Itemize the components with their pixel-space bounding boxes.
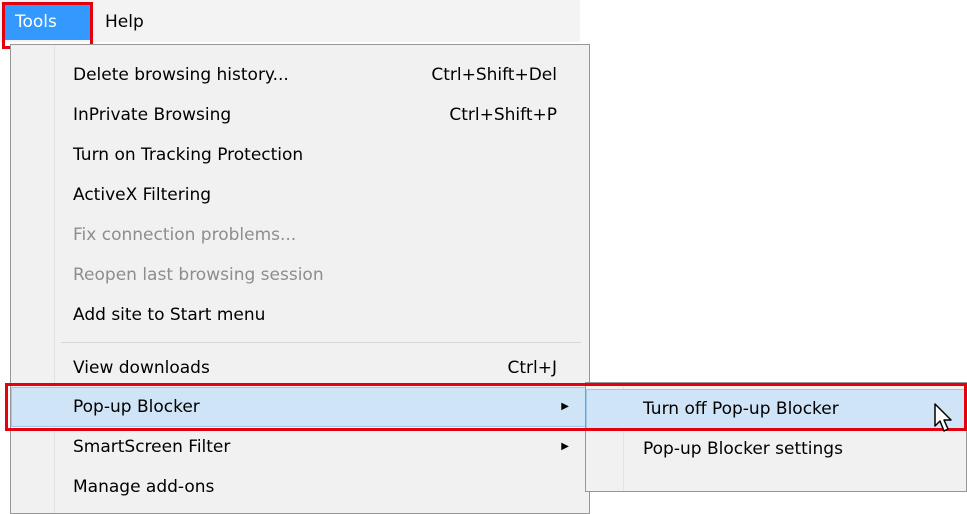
- popup-blocker-settings-item[interactable]: Pop-up Blocker settings: [586, 429, 966, 469]
- menu-item-label: Add site to Start menu: [73, 305, 266, 325]
- menu-item-label: Pop-up Blocker settings: [643, 439, 843, 459]
- menu-item-shortcut: Ctrl+J: [507, 358, 557, 378]
- menu-item-label: Turn on Tracking Protection: [73, 145, 304, 165]
- turn-off-popup-blocker-item[interactable]: Turn off Pop-up Blocker: [586, 389, 966, 429]
- menu-item-label: Fix connection problems...: [73, 225, 297, 245]
- menu-item-label: Reopen last browsing session: [73, 265, 324, 285]
- delete-browsing-history-item[interactable]: Delete browsing history... Ctrl+Shift+De…: [11, 55, 589, 95]
- menu-item-label: Manage add-ons: [73, 477, 215, 497]
- fix-connection-problems-item: Fix connection problems...: [11, 215, 589, 255]
- tools-menu[interactable]: Tools: [4, 4, 90, 40]
- activex-filtering-item[interactable]: ActiveX Filtering: [11, 175, 589, 215]
- manage-add-ons-item[interactable]: Manage add-ons: [11, 467, 589, 507]
- popup-blocker-item[interactable]: Pop-up Blocker ▶: [11, 387, 589, 427]
- view-downloads-item[interactable]: View downloads Ctrl+J: [11, 348, 589, 388]
- add-site-to-start-menu-item[interactable]: Add site to Start menu: [11, 295, 589, 335]
- mouse-pointer-icon: [934, 403, 952, 432]
- menu-item-label: View downloads: [73, 358, 210, 378]
- tools-dropdown: Delete browsing history... Ctrl+Shift+De…: [10, 44, 590, 514]
- menu-item-shortcut: Ctrl+Shift+Del: [431, 65, 557, 85]
- tracking-protection-item[interactable]: Turn on Tracking Protection: [11, 135, 589, 175]
- menu-item-label: Delete browsing history...: [73, 65, 289, 85]
- submenu-arrow-icon: ▶: [561, 401, 569, 412]
- menu-item-label: ActiveX Filtering: [73, 185, 212, 205]
- menu-item-label: Turn off Pop-up Blocker: [643, 399, 839, 419]
- menu-item-label: InPrivate Browsing: [73, 105, 232, 125]
- reopen-last-session-item: Reopen last browsing session: [11, 255, 589, 295]
- popup-blocker-submenu: Turn off Pop-up Blocker Pop-up Blocker s…: [585, 382, 967, 492]
- smartscreen-filter-item[interactable]: SmartScreen Filter ▶: [11, 427, 589, 467]
- menu-bar: Tools Help: [0, 0, 580, 42]
- menu-separator: [61, 342, 581, 343]
- inprivate-browsing-item[interactable]: InPrivate Browsing Ctrl+Shift+P: [11, 95, 589, 135]
- menu-item-label: Pop-up Blocker: [73, 397, 200, 417]
- menu-item-label: SmartScreen Filter: [73, 437, 231, 457]
- help-menu[interactable]: Help: [94, 4, 155, 40]
- submenu-arrow-icon: ▶: [561, 441, 569, 452]
- menu-item-shortcut: Ctrl+Shift+P: [449, 105, 557, 125]
